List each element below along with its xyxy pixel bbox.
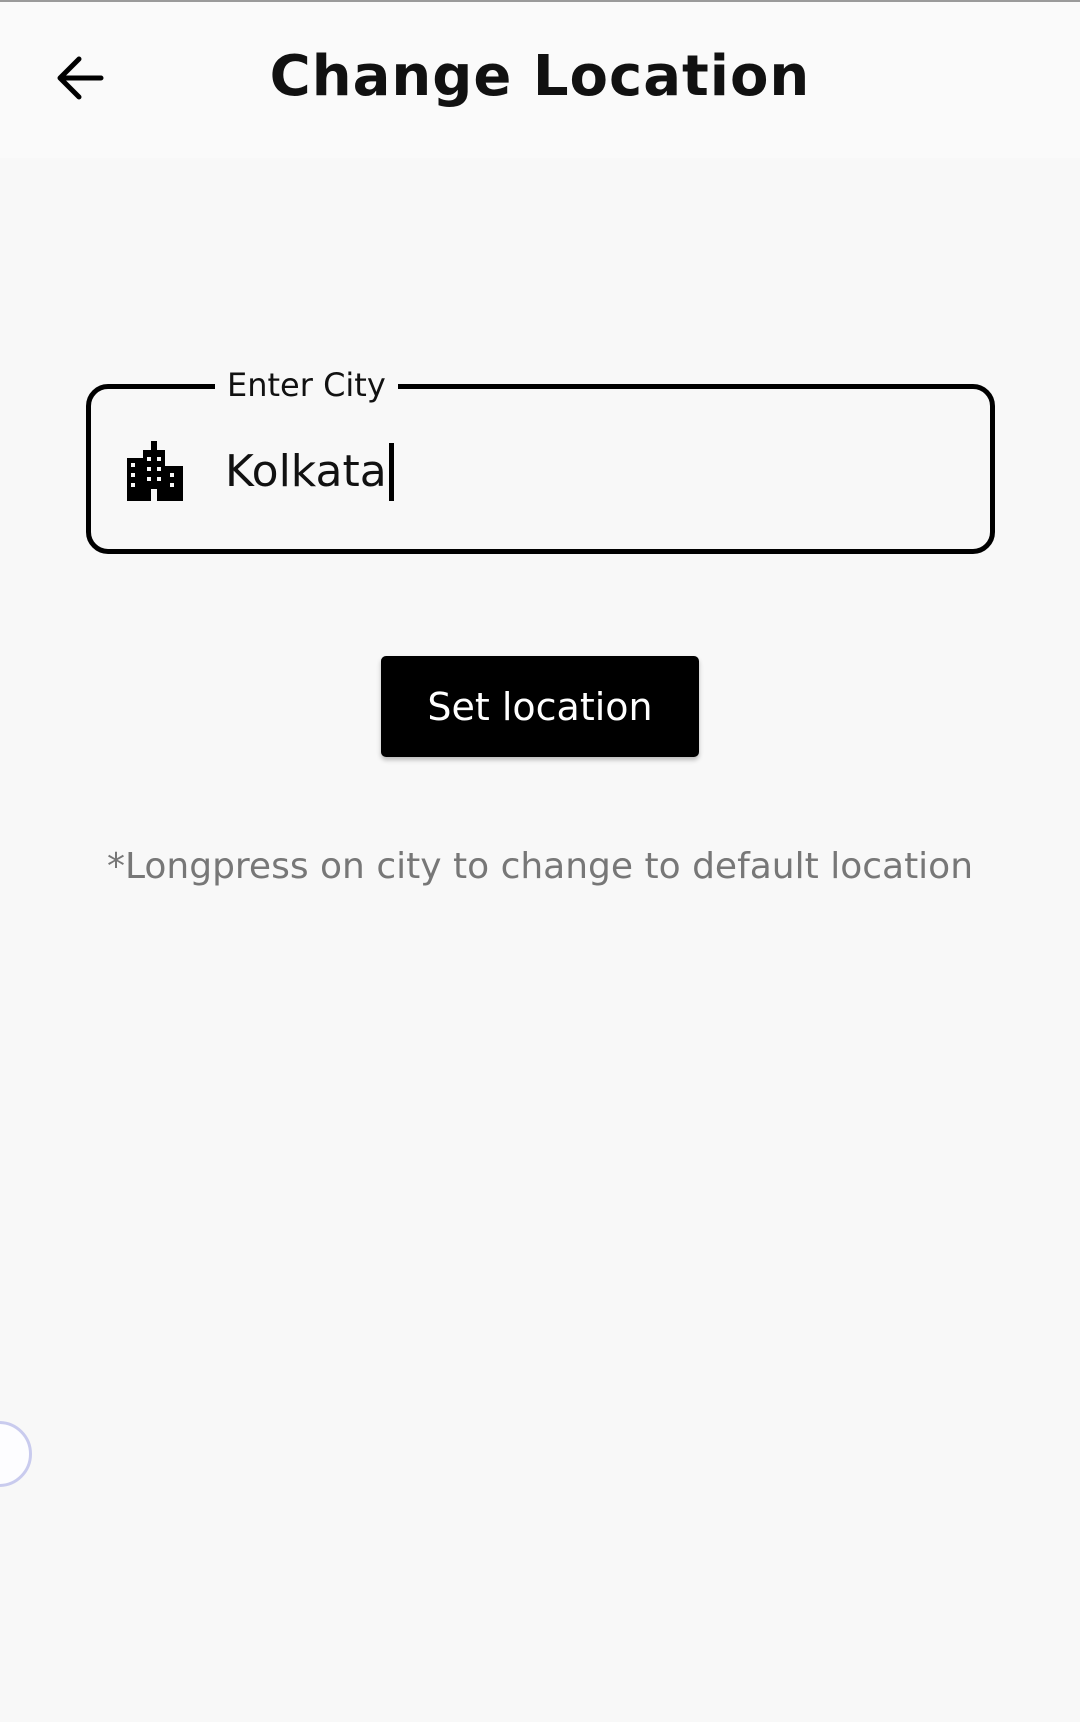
app-bar: Change Location xyxy=(0,2,1080,158)
set-location-button[interactable]: Set location xyxy=(381,656,699,757)
city-field-label: Enter City xyxy=(215,359,398,411)
city-input-value: Kolkata xyxy=(225,446,387,497)
city-buildings-icon xyxy=(127,441,183,501)
text-caret xyxy=(388,443,394,501)
page-title: Change Location xyxy=(269,44,811,109)
longpress-hint: *Longpress on city to change to default … xyxy=(106,846,974,887)
city-input-field[interactable]: Enter City Kolkata xyxy=(86,359,995,554)
city-input[interactable]: Kolkata xyxy=(225,431,394,513)
